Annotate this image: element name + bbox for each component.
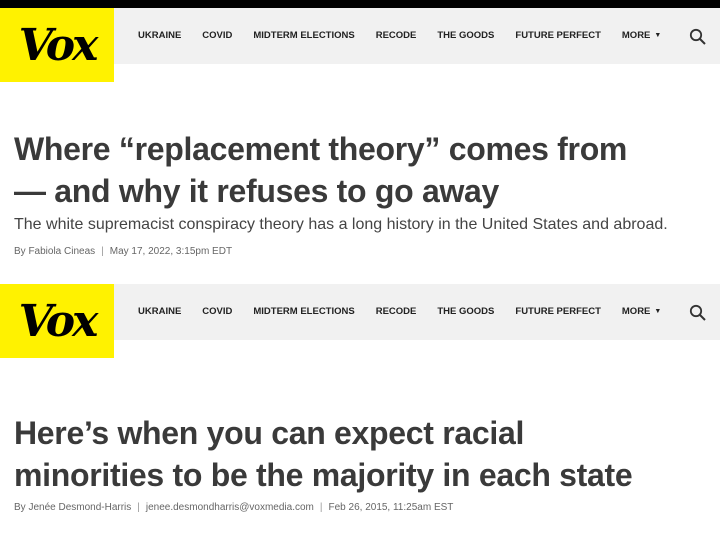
article-dek: The white supremacist conspiracy theory … [14,216,668,233]
author-link[interactable]: By Fabiola Cineas [14,246,95,257]
nav-item-ukraine[interactable]: UKRAINE [138,306,181,317]
author-email-link[interactable]: jenee.desmondharris@voxmedia.com [146,502,314,513]
nav-item-midterm-elections[interactable]: MIDTERM ELECTIONS [253,306,354,317]
byline-divider: | [319,502,323,513]
article-screenshot-2: UKRAINE COVID MIDTERM ELECTIONS RECODE T… [0,284,720,539]
caret-down-icon: ▼ [654,32,662,39]
headline: Where “replacement theory” comes from — … [14,128,714,212]
nav-item-midterm-elections[interactable]: MIDTERM ELECTIONS [253,30,354,41]
nav-item-future-perfect[interactable]: FUTURE PERFECT [515,30,601,41]
nav-more-label: MORE [621,306,651,317]
nav-item-covid[interactable]: COVID [202,30,232,41]
logo-text: Vox [18,295,99,347]
nav-item-more[interactable]: MORE ▼ [622,30,661,41]
search-icon[interactable] [689,28,707,46]
headline-line-2: — and why it refuses to go away [14,173,500,209]
byline: By Jenée Desmond-Harris | jenee.desmondhar… [14,502,453,513]
publish-date: Feb 26, 2015, 11:25am EST [328,502,454,513]
headline: Here’s when you can expect racial minori… [14,412,714,496]
publish-date: May 17, 2022, 3:15pm EDT [109,246,233,257]
caret-down-icon: ▼ [654,308,662,315]
headline-line-2: minorities to be the majority in each st… [14,457,633,493]
nav-item-the-goods[interactable]: THE GOODS [437,30,494,41]
byline-divider: | [101,246,104,257]
top-black-bar [0,0,720,8]
author-link[interactable]: By Jenée Desmond-Harris [14,502,131,513]
nav-item-ukraine[interactable]: UKRAINE [138,30,181,41]
nav-item-recode[interactable]: RECODE [376,306,417,317]
headline-line-1: Here’s when you can expect racial [14,415,525,451]
byline-divider: | [137,502,140,513]
nav-item-the-goods[interactable]: THE GOODS [437,306,494,317]
search-icon[interactable] [689,304,707,322]
vox-logo[interactable]: Vox [0,8,114,82]
nav-menu: UKRAINE COVID MIDTERM ELECTIONS RECODE T… [138,306,682,317]
vox-logo[interactable]: Vox [0,284,114,358]
byline: By Fabiola Cineas | May 17, 2022, 3:15pm E… [14,246,232,257]
headline-line-1: Where “replacement theory” comes from [14,131,628,167]
nav-more-label: MORE [621,30,651,41]
nav-item-more[interactable]: MORE ▼ [622,306,661,317]
logo-text: Vox [18,19,99,71]
nav-item-future-perfect[interactable]: FUTURE PERFECT [515,306,601,317]
nav-item-recode[interactable]: RECODE [376,30,417,41]
nav-menu: UKRAINE COVID MIDTERM ELECTIONS RECODE T… [138,30,682,41]
article-screenshot-1: UKRAINE COVID MIDTERM ELECTIONS RECODE T… [0,8,720,284]
nav-item-covid[interactable]: COVID [202,306,232,317]
